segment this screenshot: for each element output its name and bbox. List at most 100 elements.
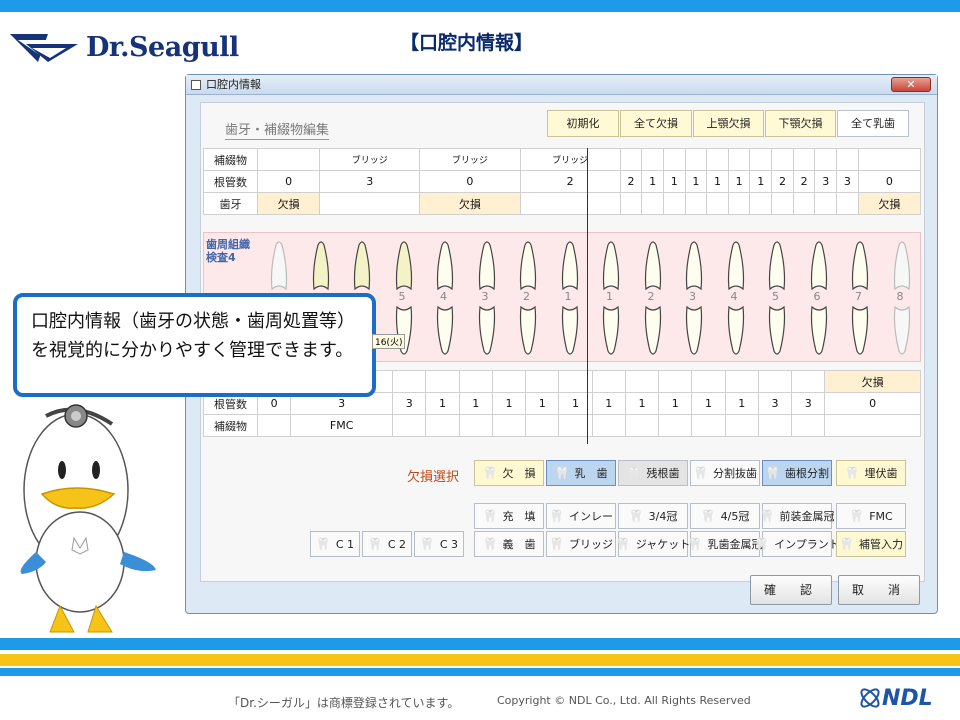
lower-tooth-icon[interactable]	[559, 305, 581, 357]
lower-grid-cell[interactable]: 0	[824, 392, 921, 415]
upper-grid-cell[interactable]	[319, 192, 421, 215]
upper-grid-cell[interactable]	[641, 192, 664, 215]
upper-grid-cell[interactable]: 1	[727, 170, 751, 193]
caries-3-button[interactable]: 🦷 C 3	[414, 531, 464, 557]
upper-tooth-icon[interactable]	[766, 239, 788, 291]
upper-grid-cell[interactable]	[836, 148, 859, 171]
upper-grid-cell[interactable]	[857, 148, 922, 171]
upper-grid-cell[interactable]: 2	[771, 170, 794, 193]
lower-grid-cell[interactable]	[658, 370, 693, 393]
lower-grid-cell[interactable]: 3	[757, 392, 793, 415]
upper-grid-cell[interactable]	[256, 148, 321, 171]
lower-tooth-icon[interactable]	[434, 305, 456, 357]
baby-tooth-button[interactable]: 🦷 乳 歯	[546, 460, 616, 486]
upper-grid-cell[interactable]	[706, 148, 729, 171]
upper-grid-cell[interactable]	[662, 192, 686, 215]
lower-grid-cell[interactable]: 1	[525, 392, 560, 415]
lower-grid-cell[interactable]	[425, 414, 460, 437]
lower-grid-cell[interactable]: 3	[392, 392, 427, 415]
lower-grid-cell[interactable]	[591, 414, 626, 437]
window-titlebar[interactable]: 口腔内情報 ✕	[186, 75, 937, 95]
lower-tooth-icon[interactable]	[891, 305, 913, 357]
upper-grid-cell[interactable]	[684, 148, 708, 171]
lower-grid-cell[interactable]	[691, 414, 726, 437]
upper-tooth-icon[interactable]	[849, 239, 871, 291]
lower-grid-cell[interactable]	[458, 370, 493, 393]
lower-tooth-icon[interactable]	[849, 305, 871, 357]
upper-grid-cell[interactable]: ブリッジ	[319, 148, 421, 171]
upper-grid-cell[interactable]: 1	[749, 170, 773, 193]
upper-grid-cell[interactable]: 1	[641, 170, 664, 193]
lower-grid-cell[interactable]	[658, 414, 693, 437]
upper-tooth-icon[interactable]	[725, 239, 747, 291]
lower-grid-cell[interactable]	[724, 370, 759, 393]
upper-grid-cell[interactable]: ブリッジ	[419, 148, 521, 171]
lower-tooth-icon[interactable]	[476, 305, 498, 357]
lower-grid-cell[interactable]: FMC	[290, 414, 394, 437]
upper-grid-cell[interactable]: ブリッジ	[519, 148, 621, 171]
lower-grid-cell[interactable]	[791, 414, 826, 437]
upper-grid-cell[interactable]	[727, 192, 751, 215]
upper-grid-cell[interactable]	[836, 192, 859, 215]
upper-tooth-icon[interactable]	[891, 239, 913, 291]
upper-grid-cell[interactable]	[706, 192, 729, 215]
lower-grid-cell[interactable]	[757, 370, 793, 393]
lower-grid-cell[interactable]	[624, 370, 660, 393]
lower-tooth-icon[interactable]	[725, 305, 747, 357]
implant-button[interactable]: 🦷 インプラント	[754, 531, 840, 557]
upper-grid-cell[interactable]: 2	[519, 170, 621, 193]
lower-grid-cell[interactable]	[458, 414, 493, 437]
upper-grid-cell[interactable]	[684, 192, 708, 215]
lower-grid-cell[interactable]	[691, 370, 726, 393]
lower-grid-cell[interactable]: 1	[658, 392, 693, 415]
all-baby-teeth-button[interactable]: 全て乳歯	[837, 110, 909, 137]
cancel-button[interactable]: 取 消	[838, 575, 920, 605]
upper-grid-cell[interactable]: 欠損	[256, 192, 321, 215]
lower-tooth-icon[interactable]	[517, 305, 539, 357]
residual-root-button[interactable]: 🦷 残根歯	[618, 460, 688, 486]
lower-grid-cell[interactable]	[425, 370, 460, 393]
upper-grid-cell[interactable]	[792, 192, 816, 215]
upper-grid-cell[interactable]: 3	[836, 170, 859, 193]
upper-grid-cell[interactable]	[619, 148, 643, 171]
upper-tooth-icon[interactable]	[310, 239, 332, 291]
upper-grid-cell[interactable]	[641, 148, 664, 171]
upper-tooth-icon[interactable]	[517, 239, 539, 291]
denture-button[interactable]: 🦷 義 歯	[474, 531, 544, 557]
lower-grid-cell[interactable]	[392, 414, 427, 437]
lower-grid-cell[interactable]: 1	[425, 392, 460, 415]
close-icon[interactable]: ✕	[891, 77, 931, 92]
caries-1-button[interactable]: 🦷 C 1	[310, 531, 360, 557]
upper-grid-cell[interactable]: 0	[256, 170, 321, 193]
upper-grid-cell[interactable]: 1	[662, 170, 686, 193]
upper-grid-cell[interactable]	[814, 148, 838, 171]
upper-tooth-icon[interactable]	[642, 239, 664, 291]
lower-grid-cell[interactable]	[491, 414, 527, 437]
lower-grid-cell[interactable]	[624, 414, 660, 437]
upper-tooth-icon[interactable]	[351, 239, 373, 291]
lower-grid-cell[interactable]: 1	[624, 392, 660, 415]
lower-grid-cell[interactable]: 欠損	[824, 370, 921, 393]
lower-grid-cell[interactable]: 1	[458, 392, 493, 415]
upper-tooth-icon[interactable]	[559, 239, 581, 291]
lower-tooth-icon[interactable]	[683, 305, 705, 357]
upper-missing-button[interactable]: 上顎欠損	[693, 110, 764, 137]
lower-grid-cell[interactable]: 3	[791, 392, 826, 415]
bridge-button[interactable]: 🦷 ブリッジ	[546, 531, 616, 557]
upper-grid-cell[interactable]	[619, 192, 643, 215]
missing-tooth-button[interactable]: 🦷 欠 損	[474, 460, 544, 486]
all-missing-button[interactable]: 全て欠損	[620, 110, 692, 137]
split-extraction-button[interactable]: 🦷 分割抜歯	[690, 460, 760, 486]
confirm-button[interactable]: 確 認	[750, 575, 832, 605]
lower-grid-cell[interactable]	[591, 370, 626, 393]
root-split-button[interactable]: 🦷 歯根分割	[762, 460, 832, 486]
init-button[interactable]: 初期化	[547, 110, 619, 137]
lower-grid-cell[interactable]	[791, 370, 826, 393]
lower-grid-cell[interactable]	[525, 414, 560, 437]
upper-tooth-icon[interactable]	[600, 239, 622, 291]
upper-grid-cell[interactable]	[749, 192, 773, 215]
lower-tooth-icon[interactable]	[642, 305, 664, 357]
lower-grid-cell[interactable]	[256, 414, 292, 437]
upper-grid-cell[interactable]: 0	[857, 170, 922, 193]
upper-grid-cell[interactable]: 3	[814, 170, 838, 193]
